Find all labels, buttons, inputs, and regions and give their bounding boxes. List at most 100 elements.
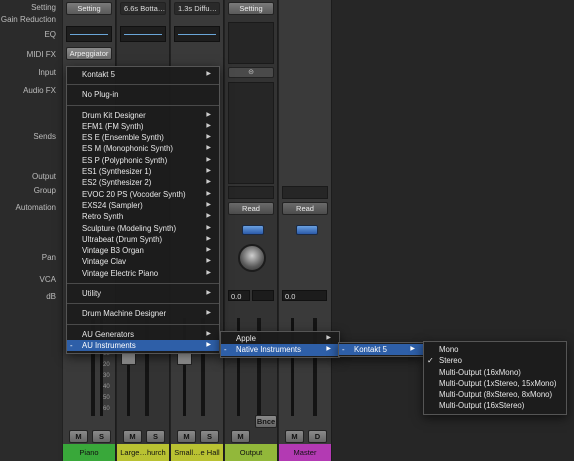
mute-button[interactable]: M <box>177 430 196 443</box>
menu-item-label: EXS24 (Sampler) <box>82 200 143 210</box>
mute-button[interactable]: M <box>231 430 250 443</box>
automation-mode-button[interactable]: Read <box>228 202 274 215</box>
menu-item-au-instruments[interactable]: - AU Instruments ▶ <box>67 339 219 352</box>
menu-item-apple[interactable]: Apple ▶ <box>221 333 339 344</box>
submenu-arrow-icon: ▶ <box>206 224 211 231</box>
menu-item-instrument[interactable]: EVOC 20 PS (Vocoder Synth) ▶ <box>67 189 219 200</box>
mute-button[interactable]: M <box>69 430 88 443</box>
menu-item-instrument[interactable]: Vintage B3 Organ ▶ <box>67 245 219 256</box>
menu-item-multi-output-16xmono[interactable]: Multi-Output (16xMono) <box>424 367 566 378</box>
menu-item-kontakt-5[interactable]: - Kontakt 5 ▶ <box>339 344 423 356</box>
link-icon[interactable]: ⊝ <box>228 67 274 78</box>
channel-strip-master: Read 0.0 M D Master <box>278 0 332 461</box>
pan-knob[interactable] <box>238 244 266 272</box>
menu-item-native-instruments[interactable]: - Native Instruments ▶ <box>221 344 339 356</box>
menu-item-label: ES E (Ensemble Synth) <box>82 133 164 143</box>
mute-button[interactable]: M <box>285 430 304 443</box>
menu-item-instrument[interactable]: ES E (Ensemble Synth) ▶ <box>67 132 219 143</box>
db-value: 0.0 <box>228 290 250 301</box>
menu-item-label: Kontakt 5 <box>82 70 115 79</box>
menu-item-instrument[interactable]: ES1 (Synthesizer 1) ▶ <box>67 166 219 177</box>
menu-item-instrument[interactable]: Vintage Clav ▶ <box>67 256 219 267</box>
submenu-arrow-icon: ▶ <box>206 269 211 276</box>
eq-slot-empty[interactable] <box>228 22 274 64</box>
eq-label: EQ <box>44 30 56 39</box>
menu-item-label: EVOC 20 PS (Vocoder Synth) <box>82 189 186 199</box>
submenu-arrow-icon: ▶ <box>206 71 211 77</box>
output-label: Output <box>31 172 56 181</box>
pan-slider[interactable] <box>296 225 318 235</box>
submenu-arrow-icon: ▶ <box>206 156 211 163</box>
menu-item-instrument[interactable]: EXS24 (Sampler) ▶ <box>67 200 219 211</box>
channel-name-output[interactable]: Output <box>225 444 277 461</box>
menu-item-instrument[interactable]: Ultrabeat (Drum Synth) ▶ <box>67 234 219 245</box>
menu-item-stereo[interactable]: ✓ Stereo <box>424 355 566 366</box>
menu-item-utility[interactable]: Utility ▶ <box>67 288 219 299</box>
automation-label: Automation <box>15 203 56 212</box>
submenu-arrow-icon: ▶ <box>206 122 211 129</box>
submenu-arrow-icon: ▶ <box>326 346 331 353</box>
pan-slider[interactable] <box>242 225 264 235</box>
group-slot[interactable] <box>228 186 274 199</box>
dim-button[interactable]: D <box>308 430 327 443</box>
menu-item-multi-output-16xstereo[interactable]: Multi-Output (16xStereo) <box>424 400 566 411</box>
menu-item-label: Multi-Output (1xStereo, 15xMono) <box>439 378 557 388</box>
menu-item-instrument[interactable]: EFM1 (FM Synth) ▶ <box>67 121 219 132</box>
submenu-arrow-icon: ▶ <box>206 235 211 242</box>
bounce-button[interactable]: Bnce <box>255 415 277 428</box>
menu-item-instrument[interactable]: Drum Kit Designer ▶ <box>67 110 219 121</box>
mute-button[interactable]: M <box>123 430 142 443</box>
audio-fx-slot-area[interactable] <box>228 82 274 184</box>
menu-item-au-generators[interactable]: AU Generators ▶ <box>67 329 219 340</box>
peak-value <box>252 290 274 301</box>
menu-item-instrument[interactable]: ES M (Monophonic Synth) ▶ <box>67 143 219 154</box>
menu-item-label: AU Instruments <box>82 340 136 350</box>
group-slot[interactable] <box>282 186 328 199</box>
submenu-arrow-icon: ▶ <box>410 346 415 352</box>
setting-button[interactable]: Setting <box>66 2 112 15</box>
submenu-arrow-icon: ▶ <box>206 201 211 208</box>
menu-item-label: Sculpture (Modeling Synth) <box>82 223 177 233</box>
menu-item-multi-output-1xstereo-15xmono[interactable]: Multi-Output (1xStereo, 15xMono) <box>424 378 566 389</box>
menu-item-label: Drum Machine Designer <box>82 309 167 319</box>
setting-button[interactable]: 1.3s Diffu… <box>174 2 220 15</box>
menu-item-multi-output-8xstereo-8xmono[interactable]: Multi-Output (8xStereo, 8xMono) <box>424 389 566 400</box>
menu-item-instrument[interactable]: Vintage Electric Piano ▶ <box>67 268 219 279</box>
submenu-arrow-icon: ▶ <box>206 134 211 141</box>
solo-button[interactable]: S <box>146 430 165 443</box>
channel-name-large-church[interactable]: Large…hurch <box>117 444 169 461</box>
menu-item-kontakt-5[interactable]: Kontakt 5 ▶ <box>67 69 219 80</box>
menu-separator <box>67 323 219 325</box>
menu-item-label: Retro Synth <box>82 212 124 222</box>
fader-scale-label: 50 <box>103 395 110 401</box>
solo-button[interactable]: S <box>92 430 111 443</box>
automation-mode-button[interactable]: Read <box>282 202 328 215</box>
menu-item-mono[interactable]: Mono <box>424 344 566 355</box>
menu-item-instrument[interactable]: ES2 (Synthesizer 2) ▶ <box>67 177 219 188</box>
eq-thumbnail[interactable] <box>120 26 166 42</box>
menu-item-instrument[interactable]: Retro Synth ▶ <box>67 211 219 222</box>
channel-name-small-hall[interactable]: Small…e Hall <box>171 444 223 461</box>
menu-item-instrument[interactable]: Sculpture (Modeling Synth) ▶ <box>67 223 219 234</box>
menu-item-label: Vintage B3 Organ <box>82 246 144 256</box>
solo-button[interactable]: S <box>200 430 219 443</box>
submenu-arrow-icon: ▶ <box>206 145 211 152</box>
submenu-arrow-icon: ▶ <box>206 190 211 197</box>
channel-name-piano[interactable]: Piano <box>63 444 115 461</box>
midi-fx-slot-arpeggiator[interactable]: Arpeggiator <box>66 47 112 60</box>
menu-item-no-plugin[interactable]: No Plug-in <box>67 89 219 100</box>
menu-item-label: ES2 (Synthesizer 2) <box>82 178 152 188</box>
menu-item-instrument[interactable]: ES P (Polyphonic Synth) ▶ <box>67 155 219 166</box>
menu-item-label: Vintage Electric Piano <box>82 268 159 278</box>
eq-thumbnail[interactable] <box>174 26 220 42</box>
eq-thumbnail[interactable] <box>66 26 112 42</box>
submenu-arrow-icon: ▶ <box>206 213 211 220</box>
menu-item-label: ES M (Monophonic Synth) <box>82 144 174 154</box>
submenu-arrow-icon: ▶ <box>206 111 211 118</box>
setting-button[interactable]: 6.6s Botta… <box>120 2 166 15</box>
setting-button[interactable]: Setting <box>228 2 274 15</box>
fader-scale-label: 40 <box>103 384 110 390</box>
channel-name-master[interactable]: Master <box>279 444 331 461</box>
channel-strip-output: Setting ⊝ Read 0.0 Bnce M Output <box>224 0 278 461</box>
menu-item-drum-machine-designer[interactable]: Drum Machine Designer ▶ <box>67 308 219 319</box>
